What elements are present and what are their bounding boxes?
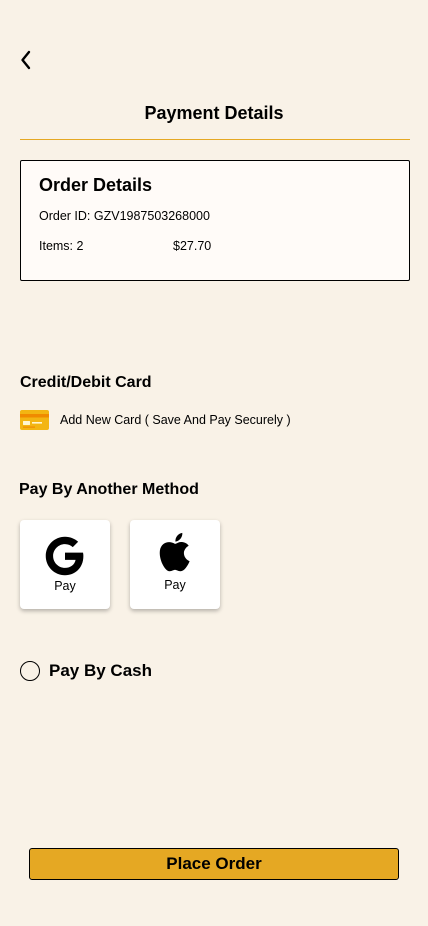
back-button[interactable] xyxy=(14,46,38,74)
google-pay-button[interactable]: Pay xyxy=(20,520,110,609)
google-pay-label: Pay xyxy=(54,579,76,593)
apple-logo-icon xyxy=(159,532,190,572)
place-order-button[interactable]: Place Order xyxy=(29,848,399,880)
order-id: Order ID: GZV1987503268000 xyxy=(39,209,210,223)
order-items-count: Items: 2 xyxy=(39,239,84,253)
order-details-title: Order Details xyxy=(39,175,153,195)
pay-by-cash-label: Pay By Cash xyxy=(49,661,152,680)
order-details-card: Order Details Order ID: GZV1987503268000… xyxy=(20,160,410,281)
apple-pay-button[interactable]: Pay xyxy=(130,520,220,609)
google-logo-icon xyxy=(45,536,84,576)
apple-pay-label: Pay xyxy=(164,578,186,592)
chevron-left-icon xyxy=(21,50,31,70)
other-methods-title: Pay By Another Method xyxy=(19,481,199,498)
card-section-title: Credit/Debit Card xyxy=(20,374,152,391)
pay-by-cash-option[interactable]: Pay By Cash xyxy=(20,659,152,683)
page-title: Payment Details xyxy=(144,103,284,123)
title-divider xyxy=(20,139,410,140)
order-total: $27.70 xyxy=(173,239,212,253)
add-new-card-label: Add New Card ( Save And Pay Securely ) xyxy=(60,413,291,427)
credit-card-icon xyxy=(20,410,49,430)
add-new-card-button[interactable]: Add New Card ( Save And Pay Securely ) xyxy=(20,409,291,431)
pay-by-cash-radio[interactable] xyxy=(20,661,40,681)
